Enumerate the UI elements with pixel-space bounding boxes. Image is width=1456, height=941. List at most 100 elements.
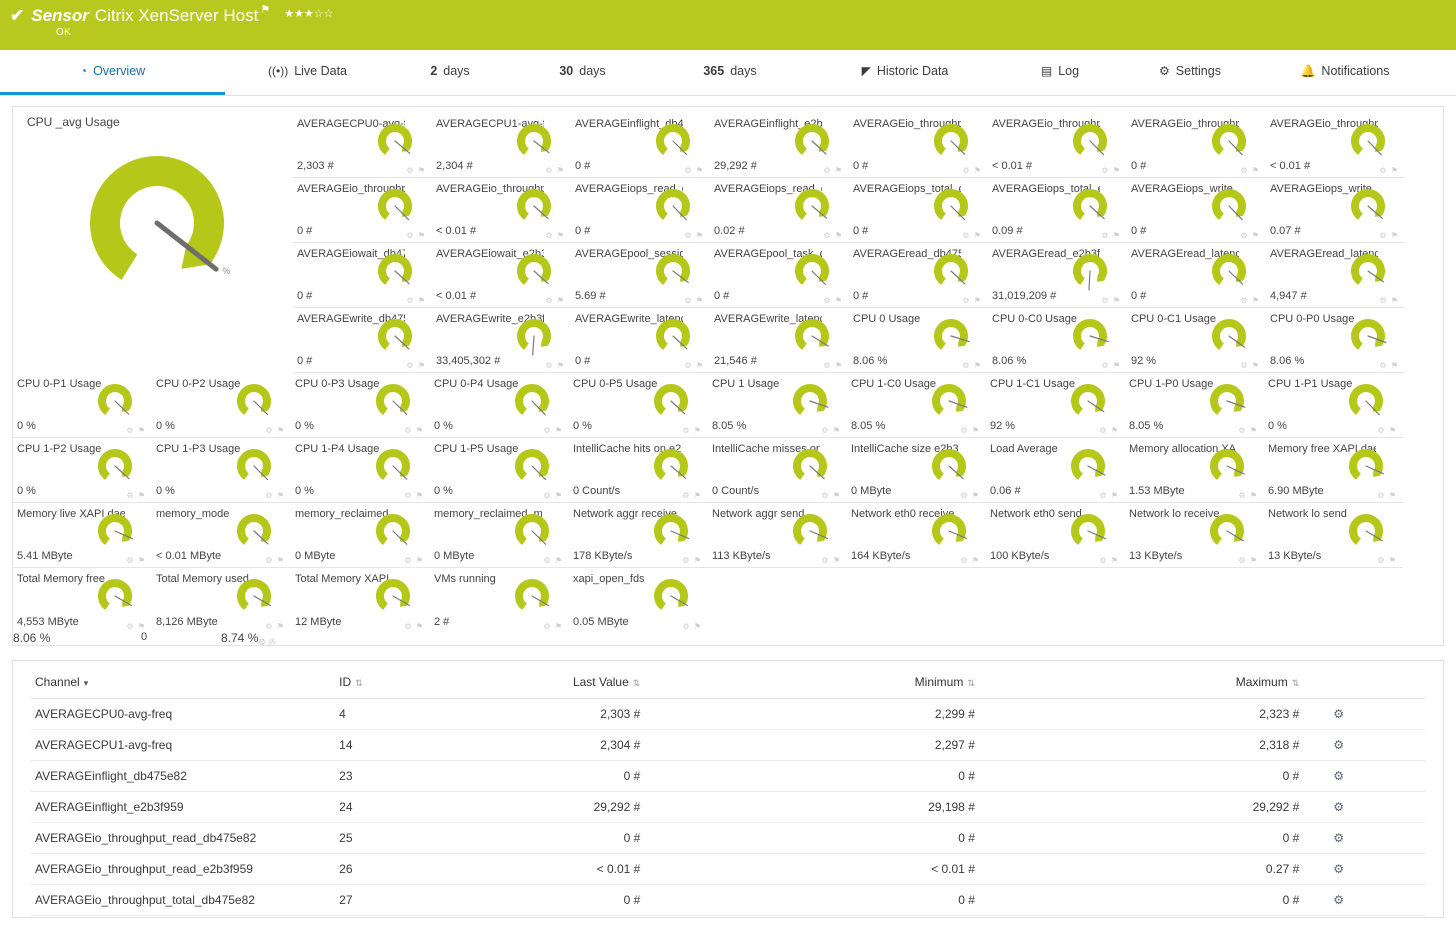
channel-gauge-card[interactable]: AVERAGEiops_total_db…0 #⚙ ⚑	[849, 178, 988, 243]
gear-icon[interactable]: ⚙	[960, 426, 968, 435]
pin-icon[interactable]: ⚑	[1391, 166, 1399, 175]
gear-icon[interactable]: ⚙	[543, 426, 551, 435]
gear-icon[interactable]: ⚙	[682, 426, 690, 435]
channel-gauge-card[interactable]: IntelliCache size e2b3…0 MByte⚙ ⚑	[847, 438, 986, 503]
channel-gauge-tools[interactable]: ⚙ ⚑	[821, 491, 841, 500]
channel-gauge-tools[interactable]: ⚙ ⚑	[1379, 361, 1399, 370]
table-row[interactable]: AVERAGEinflight_e2b3f9592429,292 #29,198…	[31, 792, 1425, 823]
channel-gauge-tools[interactable]: ⚙ ⚑	[960, 426, 980, 435]
channel-gauge-tools[interactable]: ⚙ ⚑	[545, 361, 565, 370]
channel-gauge-tools[interactable]: ⚙ ⚑	[962, 361, 982, 370]
sort-indicator-icon[interactable]: ▾	[84, 678, 89, 688]
pin-icon[interactable]: ⚑	[974, 296, 982, 305]
gear-icon[interactable]: ⚙	[682, 491, 690, 500]
channel-gauge-tools[interactable]: ⚙ ⚑	[404, 622, 424, 631]
channel-gauge-tools[interactable]: ⚙ ⚑	[404, 426, 424, 435]
gear-icon[interactable]: ⚙	[1101, 296, 1109, 305]
channel-gauge-tools[interactable]: ⚙ ⚑	[823, 361, 843, 370]
table-column-header-minimum[interactable]: Minimum⇅	[644, 671, 979, 699]
channel-gauge-tools[interactable]: ⚙ ⚑	[1379, 166, 1399, 175]
pin-icon[interactable]: ⚑	[555, 622, 563, 631]
gear-icon[interactable]: ⚙	[960, 556, 968, 565]
channel-gauge-tools[interactable]: ⚙ ⚑	[265, 491, 285, 500]
channel-gauge-card[interactable]: AVERAGEwrite_db475…0 #⚙ ⚑	[293, 308, 432, 373]
gear-icon[interactable]: ⚙	[960, 491, 968, 500]
channel-gauge-tools[interactable]: ⚙ ⚑	[126, 426, 146, 435]
channel-gauge-tools[interactable]: ⚙ ⚑	[1379, 231, 1399, 240]
gear-icon[interactable]: ⚙	[406, 166, 414, 175]
pin-icon[interactable]: ⚑	[1391, 361, 1399, 370]
channel-gauge-card[interactable]: memory_mode< 0.01 MByte⚙ ⚑	[152, 503, 291, 568]
channel-gauge-card[interactable]: Network lo receive13 KByte/s⚙ ⚑	[1125, 503, 1264, 568]
gear-icon[interactable]: ⚙	[1240, 361, 1248, 370]
table-row[interactable]: AVERAGECPU0-avg-freq42,303 #2,299 #2,323…	[31, 699, 1425, 730]
pin-icon[interactable]: ⚑	[696, 296, 704, 305]
channel-gauge-tools[interactable]: ⚙ ⚑	[823, 231, 843, 240]
primary-gauge-tools[interactable]: ⚙ ✇	[258, 637, 276, 646]
pin-icon[interactable]: ⚑	[974, 361, 982, 370]
channel-gauge-card[interactable]: Network aggr receive178 KByte/s⚙ ⚑	[569, 503, 708, 568]
cell-actions[interactable]: ⚙	[1303, 854, 1425, 885]
pin-icon[interactable]: ⚑	[418, 231, 426, 240]
gear-icon[interactable]: ⚙	[682, 622, 690, 631]
channel-gauge-tools[interactable]: ⚙ ⚑	[545, 166, 565, 175]
cell-actions[interactable]: ⚙	[1303, 761, 1425, 792]
channel-gauge-card[interactable]: CPU 0 Usage8.06 %⚙ ⚑	[849, 308, 988, 373]
table-column-header-actions[interactable]	[1303, 671, 1425, 699]
channel-gauge-tools[interactable]: ⚙ ⚑	[265, 426, 285, 435]
channel-gauge-card[interactable]: CPU 1-P0 Usage8.05 %⚙ ⚑	[1125, 373, 1264, 438]
settings-gear-icon[interactable]: ⚙	[1333, 738, 1344, 752]
channel-gauge-tools[interactable]: ⚙ ⚑	[684, 166, 704, 175]
channel-gauge-card[interactable]: Load Average0.06 #⚙ ⚑	[986, 438, 1125, 503]
channel-gauge-card[interactable]: Memory free XAPI dae…6.90 MByte⚙ ⚑	[1264, 438, 1403, 503]
pin-icon[interactable]: ⚑	[974, 231, 982, 240]
channel-gauge-tools[interactable]: ⚙ ⚑	[406, 296, 426, 305]
channel-gauge-card[interactable]: CPU 0-P4 Usage0 %⚙ ⚑	[430, 373, 569, 438]
gear-icon[interactable]: ⚙	[406, 296, 414, 305]
channel-gauge-tools[interactable]: ⚙ ⚑	[823, 296, 843, 305]
channel-gauge-card[interactable]: IntelliCache hits on e2…0 Count/s⚙ ⚑	[569, 438, 708, 503]
gear-icon[interactable]: ⚙	[406, 361, 414, 370]
gear-icon[interactable]: ⚙	[1379, 361, 1387, 370]
channel-gauge-tools[interactable]: ⚙ ⚑	[821, 426, 841, 435]
channel-gauge-card[interactable]: CPU 0-P5 Usage0 %⚙ ⚑	[569, 373, 708, 438]
gear-icon[interactable]: ⚙	[1238, 426, 1246, 435]
channel-gauge-card[interactable]: CPU 0-P2 Usage0 %⚙ ⚑	[152, 373, 291, 438]
channel-gauge-tools[interactable]: ⚙ ⚑	[1101, 166, 1121, 175]
channel-gauge-card[interactable]: AVERAGEiops_read_db…0 #⚙ ⚑	[571, 178, 710, 243]
channel-gauge-card[interactable]: CPU 1-P2 Usage0 %⚙ ⚑	[13, 438, 152, 503]
channel-gauge-tools[interactable]: ⚙ ⚑	[404, 491, 424, 500]
tab-settings[interactable]: ⚙Settings	[1115, 50, 1265, 95]
gear-icon[interactable]: ⚙	[126, 491, 134, 500]
table-row[interactable]: AVERAGEio_throughput_total_db475e82270 #…	[31, 885, 1425, 916]
channel-gauge-card[interactable]: Network eth0 send100 KByte/s⚙ ⚑	[986, 503, 1125, 568]
channel-gauge-tools[interactable]: ⚙ ⚑	[1377, 556, 1397, 565]
gear-icon[interactable]: ⚙	[543, 556, 551, 565]
channel-gauge-card[interactable]: xapi_open_fds0.05 MByte⚙ ⚑	[569, 568, 708, 633]
channel-gauge-tools[interactable]: ⚙ ⚑	[1101, 296, 1121, 305]
cell-actions[interactable]: ⚙	[1303, 792, 1425, 823]
gear-icon[interactable]: ⚙	[962, 231, 970, 240]
gear-icon[interactable]: ⚙	[126, 622, 134, 631]
gear-icon[interactable]: ⚙	[545, 166, 553, 175]
gear-icon[interactable]: ⚙	[1099, 491, 1107, 500]
gear-icon[interactable]: ⚙	[1238, 556, 1246, 565]
gear-icon[interactable]: ⚙	[545, 361, 553, 370]
channel-gauge-tools[interactable]: ⚙ ⚑	[1238, 426, 1258, 435]
channel-gauge-card[interactable]: AVERAGEio_throughpu…< 0.01 #⚙ ⚑	[432, 178, 571, 243]
tab-30-days[interactable]: 30days	[510, 50, 655, 95]
priority-stars[interactable]: ★★★☆☆	[284, 7, 333, 20]
channel-gauge-tools[interactable]: ⚙ ⚑	[1099, 426, 1119, 435]
channel-gauge-card[interactable]: CPU 0-C0 Usage8.06 %⚙ ⚑	[988, 308, 1127, 373]
channel-gauge-card[interactable]: AVERAGEpool_session…5.69 #⚙ ⚑	[571, 243, 710, 308]
cell-actions[interactable]: ⚙	[1303, 823, 1425, 854]
channel-gauge-card[interactable]: AVERAGEwrite_latency…21,546 #⚙ ⚑	[710, 308, 849, 373]
channel-gauge-tools[interactable]: ⚙ ⚑	[265, 622, 285, 631]
gear-icon[interactable]: ⚙	[545, 231, 553, 240]
pin-icon[interactable]: ⚑	[694, 556, 702, 565]
channel-gauge-card[interactable]: CPU 1-P4 Usage0 %⚙ ⚑	[291, 438, 430, 503]
table-column-header-id[interactable]: ID⇅	[335, 671, 441, 699]
pin-icon[interactable]: ⚑	[277, 426, 285, 435]
pin-icon[interactable]: ⚑	[696, 231, 704, 240]
pin-icon[interactable]: ⚑	[416, 556, 424, 565]
